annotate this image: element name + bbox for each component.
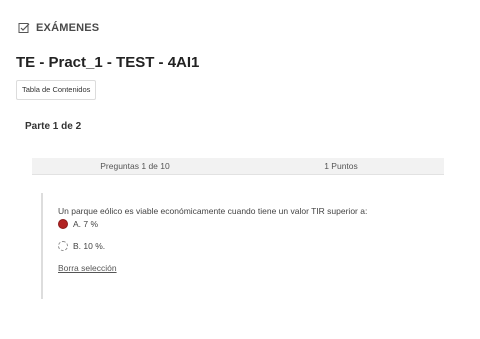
part-label: Parte 1 de 2 bbox=[25, 121, 82, 132]
option-a-label: A. 7 % bbox=[73, 219, 99, 229]
question-info-bar: Preguntas 1 de 10 1 Puntos bbox=[32, 158, 444, 175]
table-of-contents-button[interactable]: Tabla de Contenidos bbox=[16, 80, 97, 100]
question-text: Un parque eólico es viable económicament… bbox=[58, 206, 368, 216]
radio-selected[interactable] bbox=[58, 219, 68, 229]
section-title: EXÁMENES bbox=[36, 22, 100, 34]
radio-unselected[interactable] bbox=[58, 241, 68, 251]
page-title: TE - Pract_1 - TEST - 4AI1 bbox=[16, 54, 200, 71]
question-block-border bbox=[41, 193, 43, 299]
question-progress: Preguntas 1 de 10 bbox=[100, 161, 170, 171]
option-b[interactable]: B. 10 %. bbox=[58, 241, 105, 251]
clear-selection-link[interactable]: Borra selección bbox=[58, 263, 117, 273]
checklist-icon bbox=[18, 23, 30, 33]
question-points: 1 Puntos bbox=[324, 161, 358, 171]
section-header: EXÁMENES bbox=[18, 22, 99, 34]
option-a[interactable]: A. 7 % bbox=[58, 219, 98, 229]
option-b-label: B. 10 %. bbox=[73, 241, 106, 251]
